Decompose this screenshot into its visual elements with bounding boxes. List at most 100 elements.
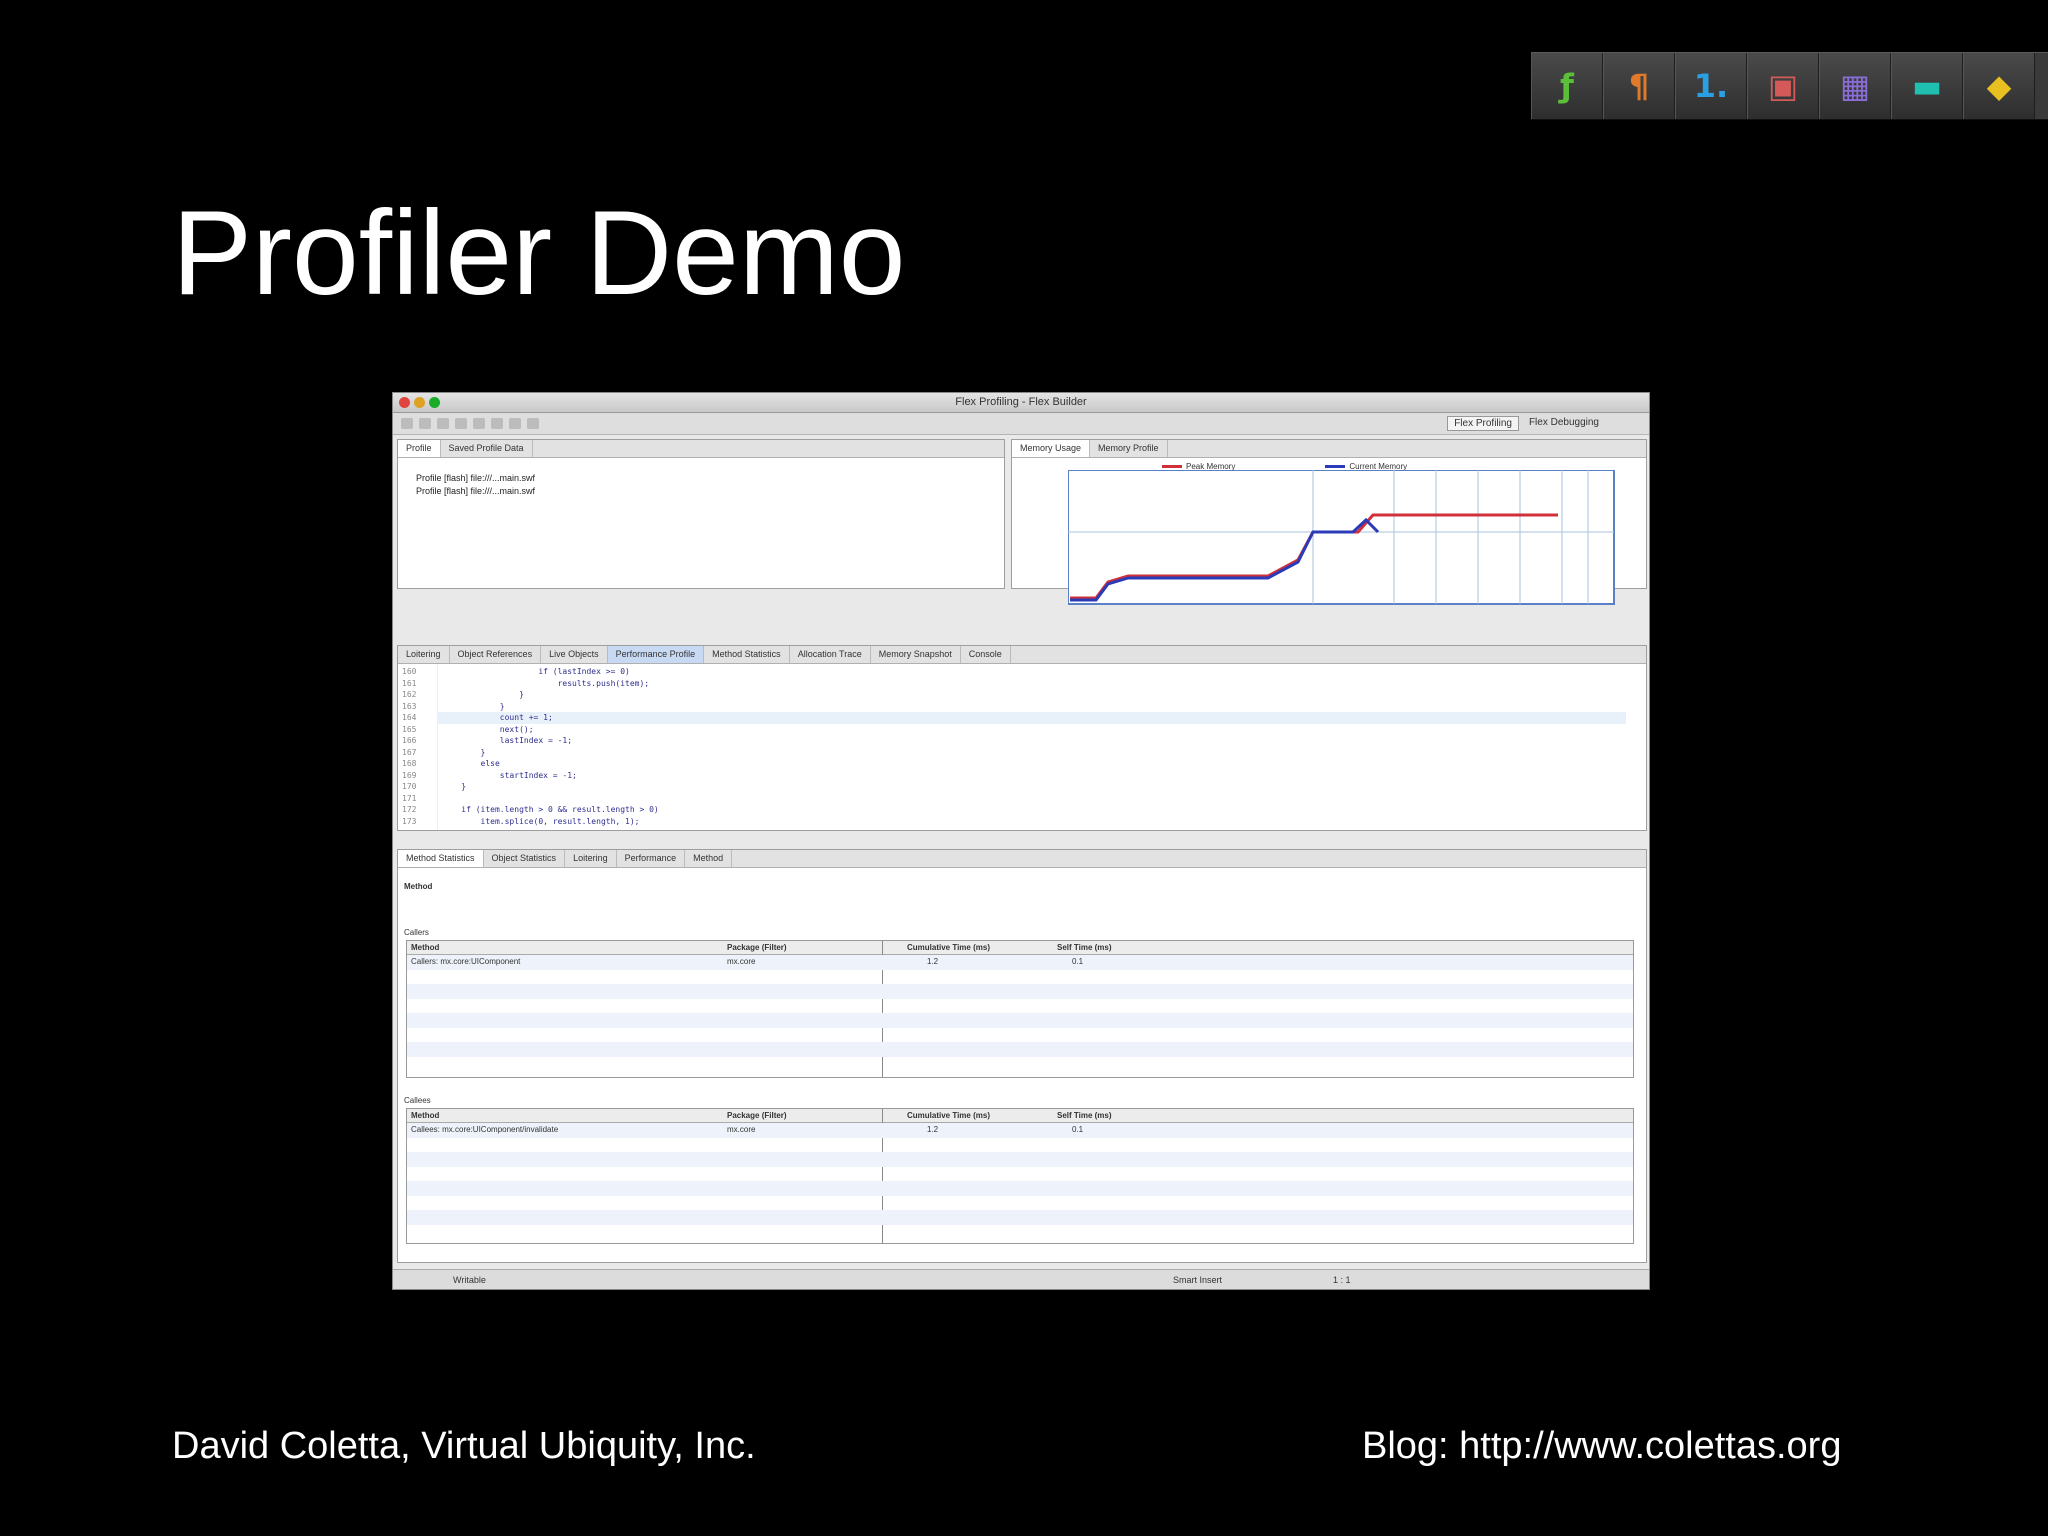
col-self-time[interactable]: Self Time (ms) [1057, 943, 1112, 952]
table-icon: ▦ [1839, 67, 1871, 105]
tab-method[interactable]: Method [685, 850, 733, 867]
profile-row[interactable]: Profile [flash] file:///...main.swf [416, 472, 998, 485]
mask-button[interactable]: ◆ [1963, 53, 2035, 119]
col-package[interactable]: Package (Filter) [727, 943, 787, 952]
col-package[interactable]: Package (Filter) [727, 1111, 787, 1120]
code-line: if (lastIndex >= 0) [442, 667, 630, 676]
col-method[interactable]: Method [411, 1111, 439, 1120]
tab-performance-profile[interactable]: Performance Profile [607, 646, 705, 663]
table-row[interactable]: Callers: mx.core:UIComponent mx.core 1.2… [407, 955, 1633, 970]
line-number: 162 [402, 690, 417, 699]
method-label: Method [404, 882, 433, 891]
code-line: } [442, 747, 486, 757]
line-number: 164 [402, 713, 417, 722]
ide-status-bar: Writable Smart Insert 1 : 1 [393, 1269, 1649, 1289]
line-number: 173 [402, 816, 417, 826]
code-line: if (item.length > 0 && result.length > 0… [442, 805, 659, 814]
code-line: results.push(item); [442, 678, 650, 688]
memory-usage-pane: Memory Usage Memory Profile Peak Memory … [1011, 439, 1647, 605]
tab-loitering[interactable]: Loitering [398, 646, 450, 663]
col-cumulative-time[interactable]: Cumulative Time (ms) [907, 943, 990, 952]
editor-tabs: Loitering Object References Live Objects Pe… [398, 646, 1646, 664]
line-number: 166 [402, 736, 417, 745]
line-number: 169 [402, 770, 417, 780]
author-credit: David Coletta, Virtual Ubiquity, Inc. [172, 1425, 756, 1467]
code-line: } [442, 782, 467, 791]
paragraph-button[interactable]: ¶ [1603, 53, 1675, 119]
profile-pane: Profile Saved Profile Data Profile [flas… [397, 439, 1005, 589]
list-number-button[interactable]: 1. [1675, 53, 1747, 119]
line-number: 170 [402, 782, 417, 791]
new-icon[interactable] [401, 418, 413, 429]
function-icon: ƒ [1560, 67, 1574, 105]
table-button[interactable]: ▦ [1819, 53, 1891, 119]
comment-button[interactable]: ▬ [1891, 53, 1963, 119]
tab-allocation-trace[interactable]: Allocation Trace [790, 646, 871, 663]
callees-table: Method Package (Filter) Cumulative Time … [406, 1108, 1634, 1244]
tab-saved-profile-data[interactable]: Saved Profile Data [441, 440, 533, 457]
callers-label: Callers [404, 928, 429, 937]
tab-profile[interactable]: Profile [398, 440, 441, 457]
line-number: 171 [402, 793, 417, 803]
source-code[interactable]: if (lastIndex >= 0) results.push(item); … [442, 666, 1626, 827]
picture-button[interactable]: ▣ [1747, 53, 1819, 119]
print-icon[interactable] [437, 418, 449, 429]
line-number: 168 [402, 759, 417, 768]
code-editor-pane: Loitering Object References Live Objects Pe… [397, 645, 1647, 831]
list-number-icon: 1. [1693, 67, 1729, 105]
tab-memory-usage[interactable]: Memory Usage [1012, 440, 1091, 457]
tab-object-references[interactable]: Object References [450, 646, 542, 663]
tab-method-statistics[interactable]: Method Statistics [704, 646, 790, 663]
back-icon[interactable] [527, 418, 539, 429]
code-line: startIndex = -1; [442, 770, 577, 780]
col-cumulative-time[interactable]: Cumulative Time (ms) [907, 1111, 990, 1120]
code-line: } [442, 690, 524, 699]
window-titlebar: Flex Profiling - Flex Builder [393, 393, 1649, 413]
slide-toolbar: ƒ ¶ 1. ▣ ▦ ▬ ◆ [1531, 52, 2048, 120]
code-line: lastIndex = -1; [442, 736, 573, 745]
code-line: item.splice(0, result.length, 1); [442, 816, 640, 826]
table-row[interactable]: Callees: mx.core:UIComponent/invalidate … [407, 1123, 1633, 1138]
tab-object-statistics[interactable]: Object Statistics [484, 850, 566, 867]
tab-loitering[interactable]: Loitering [565, 850, 617, 867]
status-insert-mode: Smart Insert [1173, 1275, 1223, 1285]
code-line: } [442, 701, 505, 711]
tab-performance[interactable]: Performance [617, 850, 686, 867]
save-icon[interactable] [419, 418, 431, 429]
comment-icon: ▬ [1911, 67, 1943, 105]
statistics-tabs: Method Statistics Object Statistics Loiter… [398, 850, 1646, 868]
tab-live-objects[interactable]: Live Objects [541, 646, 608, 663]
tab-method-statistics[interactable]: Method Statistics [398, 850, 484, 867]
profile-icon[interactable] [491, 418, 503, 429]
tab-memory-profile[interactable]: Memory Profile [1090, 440, 1168, 457]
ide-toolbar: Flex Profiling Flex Debugging [393, 413, 1649, 435]
col-method[interactable]: Method [411, 943, 439, 952]
debug-icon[interactable] [473, 418, 485, 429]
callees-label: Callees [404, 1096, 431, 1105]
memory-usage-chart [1068, 470, 1615, 605]
run-icon[interactable] [455, 418, 467, 429]
function-button[interactable]: ƒ [1531, 53, 1603, 119]
line-number: 165 [402, 724, 417, 734]
mask-icon: ◆ [1986, 67, 2012, 105]
code-line: count += 1; [442, 713, 553, 722]
col-self-time[interactable]: Self Time (ms) [1057, 1111, 1112, 1120]
tab-console[interactable]: Console [961, 646, 1011, 663]
perspective-alt[interactable]: Flex Debugging [1529, 417, 1599, 428]
status-position: 1 : 1 [1333, 1275, 1351, 1285]
code-line: next(); [442, 724, 534, 734]
perspective-switch[interactable]: Flex Profiling [1447, 416, 1519, 431]
window-title: Flex Profiling - Flex Builder [955, 396, 1087, 408]
profile-row[interactable]: Profile [flash] file:///...main.swf [416, 485, 998, 498]
profiler-screenshot: Flex Profiling - Flex Builder Flex Profi… [392, 392, 1650, 1290]
line-number: 172 [402, 805, 417, 814]
slide-title: Profiler Demo [172, 186, 906, 320]
search-icon[interactable] [509, 418, 521, 429]
line-number: 161 [402, 678, 417, 688]
method-statistics-pane: Method Statistics Object Statistics Loiter… [397, 849, 1647, 1263]
line-number-gutter: 160 161 162 163 164 165 166 167 168 169 170 171 172 1… [398, 664, 438, 830]
tab-memory-snapshot[interactable]: Memory Snapshot [871, 646, 961, 663]
blog-link[interactable]: Blog: http://www.colettas.org [1362, 1424, 1841, 1468]
callers-table: Method Package (Filter) Cumulative Time … [406, 940, 1634, 1078]
